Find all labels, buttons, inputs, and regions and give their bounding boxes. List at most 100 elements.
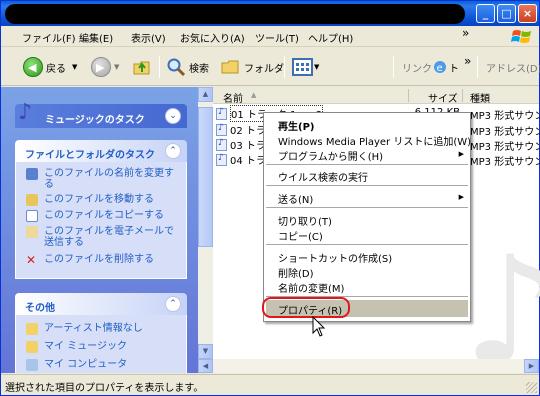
back-button[interactable]: ◀ 戻る ▼ [23, 56, 77, 78]
menu-open-with[interactable]: プログラムから開く(H) [278, 148, 383, 163]
other-places-panel: アーティスト情報なし マイ ミュージック マイ コンピュータ [15, 315, 187, 373]
title-bar[interactable]: _ □ × [1, 1, 539, 26]
menu-help[interactable]: ヘルプ(H) [308, 30, 353, 45]
resize-grip-icon[interactable] [526, 382, 537, 393]
sort-arrow-icon: ▲ [251, 91, 257, 99]
place-my-music[interactable]: マイ ミュージック [26, 341, 127, 353]
column-divider [408, 89, 409, 102]
music-tasks-header[interactable]: ♪ ミュージックのタスク ⌄ [15, 100, 187, 128]
scroll-right-icon[interactable]: ▶ [524, 359, 539, 373]
submenu-arrow-icon: ▶ [458, 150, 464, 158]
links-item[interactable]: e ト [433, 56, 459, 78]
menu-play[interactable]: 再生(P) [278, 118, 314, 133]
menu-delete[interactable]: 削除(D) [278, 265, 314, 280]
links-label[interactable]: リンク [402, 56, 432, 78]
task-rename-label: このファイルの名前を変更する [44, 168, 174, 190]
menu-virus-scan[interactable]: ウイルス検索の実行 [278, 169, 368, 184]
move-icon [26, 194, 38, 206]
maximize-button[interactable]: □ [497, 4, 516, 23]
address-label[interactable]: アドレス(D) [486, 56, 540, 78]
file-row[interactable]: 04 トラ [216, 152, 266, 167]
toolbar-separator [477, 56, 478, 78]
menu-create-shortcut[interactable]: ショートカットの作成(S) [278, 250, 392, 265]
file-row[interactable]: 02 トラ [216, 122, 266, 137]
folder-icon [221, 60, 239, 74]
place-my-music-label: マイ ミュージック [44, 341, 127, 352]
forward-button[interactable]: ▶ ▼ [91, 56, 119, 78]
menu-add-to-wmp[interactable]: Windows Media Player リストに追加(W) [278, 133, 471, 148]
toolbar-separator [159, 56, 160, 78]
place-artist[interactable]: アーティスト情報なし [26, 323, 143, 335]
up-folder-button[interactable] [132, 56, 152, 78]
menu-cut[interactable]: 切り取り(T) [278, 213, 332, 228]
scroll-up-icon[interactable]: ▲ [198, 87, 213, 102]
menu-separator [266, 185, 468, 186]
horizontal-scrollbar[interactable]: ◀ ▶ [198, 359, 539, 373]
menu-rename[interactable]: 名前の変更(M) [278, 280, 344, 295]
place-my-computer[interactable]: マイ コンピュータ [26, 359, 127, 371]
menu-send-to[interactable]: 送る(N) [278, 191, 313, 206]
task-delete[interactable]: ✕ このファイルを削除する [26, 254, 176, 266]
column-type[interactable]: 種類 [470, 90, 490, 105]
menu-edit[interactable]: 編集(E) [79, 30, 113, 45]
mp3-file-icon [216, 153, 227, 166]
menu-tools[interactable]: ツール(T) [255, 30, 299, 45]
task-rename[interactable]: このファイルの名前を変更する [26, 168, 176, 190]
views-icon [292, 58, 313, 76]
up-folder-icon [133, 61, 150, 75]
collapse-chevron-icon[interactable]: ⌄ [165, 108, 181, 124]
menu-separator [266, 207, 468, 208]
file-type: MP3 形式サウン [470, 157, 540, 168]
task-email[interactable]: このファイルを電子メールで送信する [26, 226, 176, 248]
back-dropdown-icon[interactable]: ▼ [72, 63, 77, 71]
search-icon [167, 58, 186, 77]
menu-file[interactable]: ファイル(F) [22, 30, 76, 45]
properties-highlight-circle [262, 297, 350, 318]
file-name: 03 トラ [230, 141, 266, 152]
email-icon [26, 226, 38, 238]
menu-more-chevron[interactable]: » [462, 26, 469, 40]
menu-favorites[interactable]: お気に入り(A) [180, 30, 245, 45]
submenu-arrow-icon: ▶ [458, 193, 464, 201]
collapse-chevron-icon[interactable]: ⌃ [165, 143, 181, 159]
column-size[interactable]: サイズ [428, 90, 458, 105]
scroll-thumb[interactable] [198, 107, 213, 247]
close-button[interactable]: × [518, 4, 537, 23]
collapse-chevron-icon[interactable]: ⌃ [165, 296, 181, 312]
file-row[interactable]: 03 トラ [216, 137, 266, 152]
folder-icon [26, 323, 38, 335]
folders-button[interactable]: フォルダ [221, 56, 284, 78]
file-tasks-header[interactable]: ファイルとフォルダのタスク ⌃ [15, 140, 187, 162]
task-move-label: このファイルを移動する [44, 194, 154, 205]
menu-bar: ファイル(F) 編集(E) 表示(V) お気に入り(A) ツール(T) ヘルプ(… [1, 26, 539, 47]
views-button[interactable]: ▼ [292, 56, 319, 78]
task-copy[interactable]: このファイルをコピーする [26, 210, 176, 222]
file-tasks-title: ファイルとフォルダのタスク [25, 150, 155, 161]
menu-separator [266, 244, 468, 245]
search-button[interactable]: 検索 [166, 56, 209, 78]
scroll-down-icon[interactable]: ▼ [198, 344, 213, 359]
column-name[interactable]: 名前 [223, 90, 243, 105]
task-move[interactable]: このファイルを移動する [26, 194, 176, 206]
music-note-icon: ♪ [18, 100, 33, 125]
scroll-left-icon[interactable]: ◀ [198, 359, 213, 373]
other-places-header[interactable]: その他 ⌃ [15, 293, 187, 315]
file-tasks-panel: このファイルの名前を変更する このファイルを移動する このファイルをコピーする … [15, 162, 187, 279]
left-pane-scrollbar[interactable]: ▲ ▼ [198, 87, 213, 359]
column-divider [462, 89, 463, 102]
file-type: MP3 形式サウン [470, 127, 540, 138]
my-computer-icon [26, 359, 38, 371]
rename-icon [26, 168, 38, 180]
music-tasks-title: ミュージックのタスク [45, 115, 145, 126]
minimize-button[interactable]: _ [476, 4, 495, 23]
mp3-file-icon [216, 107, 227, 120]
links-item-label: ト [449, 63, 459, 75]
forward-dropdown-icon[interactable]: ▼ [114, 63, 119, 71]
toolbar-more-chevron[interactable]: » [464, 50, 471, 72]
menu-copy[interactable]: コピー(C) [278, 228, 323, 243]
menu-view[interactable]: 表示(V) [131, 30, 166, 45]
file-type: MP3 形式サウン [470, 111, 540, 122]
mp3-file-icon [216, 138, 227, 151]
toolbar-separator [393, 56, 394, 78]
mouse-cursor-icon [312, 316, 326, 337]
